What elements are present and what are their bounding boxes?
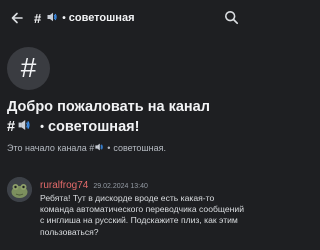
- header-channel-name: советошная: [68, 12, 135, 24]
- channel-view: # • советошная # Добро пожаловать на кан…: [0, 0, 249, 250]
- channel-header: # • советошная: [0, 0, 249, 36]
- channel-start-text: Это начало канала # • советошная.: [7, 143, 166, 153]
- channel-hash-large-icon: #: [20, 51, 37, 83]
- welcome-hash: #: [7, 119, 16, 135]
- welcome-line-1: Добро пожаловать на канал: [7, 99, 210, 115]
- speaker-emoji-icon: [95, 143, 103, 153]
- start-separator: •: [107, 143, 111, 153]
- search-icon: [224, 10, 239, 25]
- start-channel-name: советошная.: [113, 143, 166, 153]
- message-header: ruralfrog74 29.02.2024 13:40: [40, 180, 148, 191]
- message-timestamp: 29.02.2024 13:40: [93, 183, 148, 190]
- avatar[interactable]: [7, 177, 32, 202]
- frog-avatar-icon: [7, 177, 32, 202]
- channel-hash-icon: #: [34, 10, 42, 26]
- welcome-line-2: # • советошная!: [7, 117, 247, 137]
- header-separator: •: [62, 12, 66, 24]
- speaker-emoji-icon: [47, 12, 57, 25]
- header-channel-title[interactable]: # • советошная: [34, 10, 135, 26]
- message-text: Ребята! Тут в дискорде вроде есть какая-…: [40, 193, 244, 237]
- welcome-heading: Добро пожаловать на канал # • советошная…: [7, 97, 247, 137]
- arrow-left-icon: [11, 12, 23, 24]
- welcome-channel-name: советошная!: [47, 119, 140, 135]
- speaker-emoji-icon: [18, 117, 30, 137]
- message-author[interactable]: ruralfrog74: [40, 180, 88, 191]
- welcome-separator: •: [40, 121, 44, 133]
- search-button[interactable]: [224, 10, 240, 26]
- channel-icon-circle: #: [7, 47, 50, 90]
- start-prefix: Это начало канала #: [7, 143, 95, 153]
- back-button[interactable]: [9, 10, 25, 26]
